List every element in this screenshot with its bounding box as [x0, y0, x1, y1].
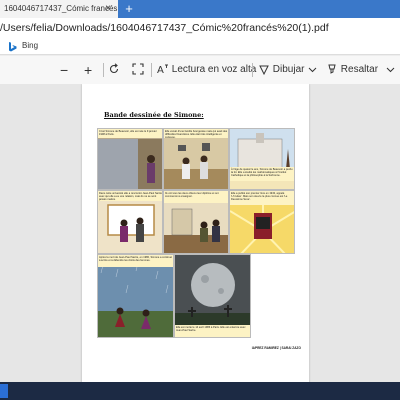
comic-panel-2: Elle venait d'une famille bourgeoise mai… — [163, 128, 229, 190]
svg-text:A: A — [157, 65, 164, 75]
bing-icon — [9, 42, 17, 52]
toolbar-divider — [103, 63, 104, 77]
highlighter-icon — [328, 64, 336, 75]
pdf-page: Bande dessinée de Simone: C'est Simone d… — [82, 84, 309, 382]
panel-3-caption: À l'âge de quatorze ans, Simone de Beauv… — [230, 167, 294, 181]
panel-1-caption: C'est Simone de Beauvoir, elle est née l… — [98, 129, 162, 138]
panel-4-caption: Dans cette université elle a rencontré J… — [98, 191, 163, 201]
comic-panel-7: Après la mort de Jean-Paul Sartre, en 19… — [97, 254, 174, 338]
document-title: Bande dessinée de Simone: — [104, 111, 204, 119]
draw-icon — [259, 65, 269, 76]
fit-page-button[interactable] — [132, 56, 144, 84]
highlight-label: Resaltar — [340, 64, 379, 75]
close-tab-icon[interactable]: × — [101, 0, 115, 18]
panel-7-illustration — [98, 255, 173, 337]
rotate-button[interactable] — [108, 56, 120, 84]
favorites-bar: Bing — [0, 38, 400, 55]
tab-bar: 1604046717437_Cómic francés (1).pdf × + — [0, 0, 400, 18]
read-aloud-button[interactable]: A Lectura en voz alta — [157, 56, 256, 84]
fit-page-icon — [132, 63, 144, 75]
zoom-out-button[interactable]: − — [60, 56, 68, 84]
panel-1-illustration — [98, 129, 162, 189]
panel-5-caption: Ils ont tous les deux obtenu leur diplôm… — [164, 191, 228, 203]
toolbar-divider — [252, 63, 253, 77]
read-aloud-icon: A — [157, 64, 168, 76]
toolbar-divider — [151, 63, 152, 77]
comic-panel-4: Dans cette université elle a rencontré J… — [97, 190, 163, 254]
rotate-icon — [109, 63, 119, 74]
favorite-bing-link[interactable]: Bing — [22, 41, 38, 50]
browser-tab[interactable]: 1604046717437_Cómic francés (1).pdf × — [0, 0, 118, 18]
panel-7-caption: Après la mort de Jean-Paul Sartre, en 19… — [98, 255, 173, 267]
address-text: /Users/felia/Downloads/1604046717437_Cóm… — [0, 22, 329, 34]
panel-2-illustration — [164, 129, 228, 189]
comic-panel-8: Elle est morte le 14 avril 1986 à Paris.… — [174, 254, 251, 338]
panel-2-caption: Elle venait d'une famille bourgeoise mai… — [164, 129, 228, 138]
comic-panel-6: Elle a publié son premier livre en 1943,… — [229, 190, 295, 254]
pdf-toolbar: − + A Lectura en voz alta Dibujar Resalt… — [0, 56, 400, 85]
highlight-dropdown[interactable] — [386, 56, 395, 84]
panel-6-caption: Elle a publié son premier livre en 1943,… — [230, 191, 294, 205]
highlight-button[interactable]: Resaltar — [326, 56, 378, 84]
comic-panel-5: Ils ont tous les deux obtenu leur diplôm… — [163, 190, 229, 254]
document-author: IAPREZ RAMIREZ | SARAI ZAZO — [251, 346, 301, 350]
draw-button[interactable]: Dibujar — [258, 56, 304, 84]
zoom-in-button[interactable]: + — [84, 56, 92, 84]
draw-label: Dibujar — [272, 64, 305, 75]
read-aloud-label: Lectura en voz alta — [171, 64, 257, 75]
comic-panel-3: À l'âge de quatorze ans, Simone de Beauv… — [229, 128, 295, 190]
chevron-down-icon — [308, 67, 317, 73]
pdf-viewer[interactable]: Bande dessinée de Simone: C'est Simone d… — [0, 84, 400, 382]
taskbar — [0, 382, 400, 400]
start-button[interactable] — [0, 384, 8, 398]
chevron-down-icon — [386, 67, 395, 73]
address-bar[interactable]: /Users/felia/Downloads/1604046717437_Cóm… — [0, 18, 400, 38]
draw-dropdown[interactable] — [308, 56, 317, 84]
new-tab-button[interactable]: + — [121, 0, 137, 18]
panel-8-caption: Elle est morte le 14 avril 1986 à Paris.… — [175, 325, 250, 337]
comic-panel-1: C'est Simone de Beauvoir, elle est née l… — [97, 128, 163, 190]
